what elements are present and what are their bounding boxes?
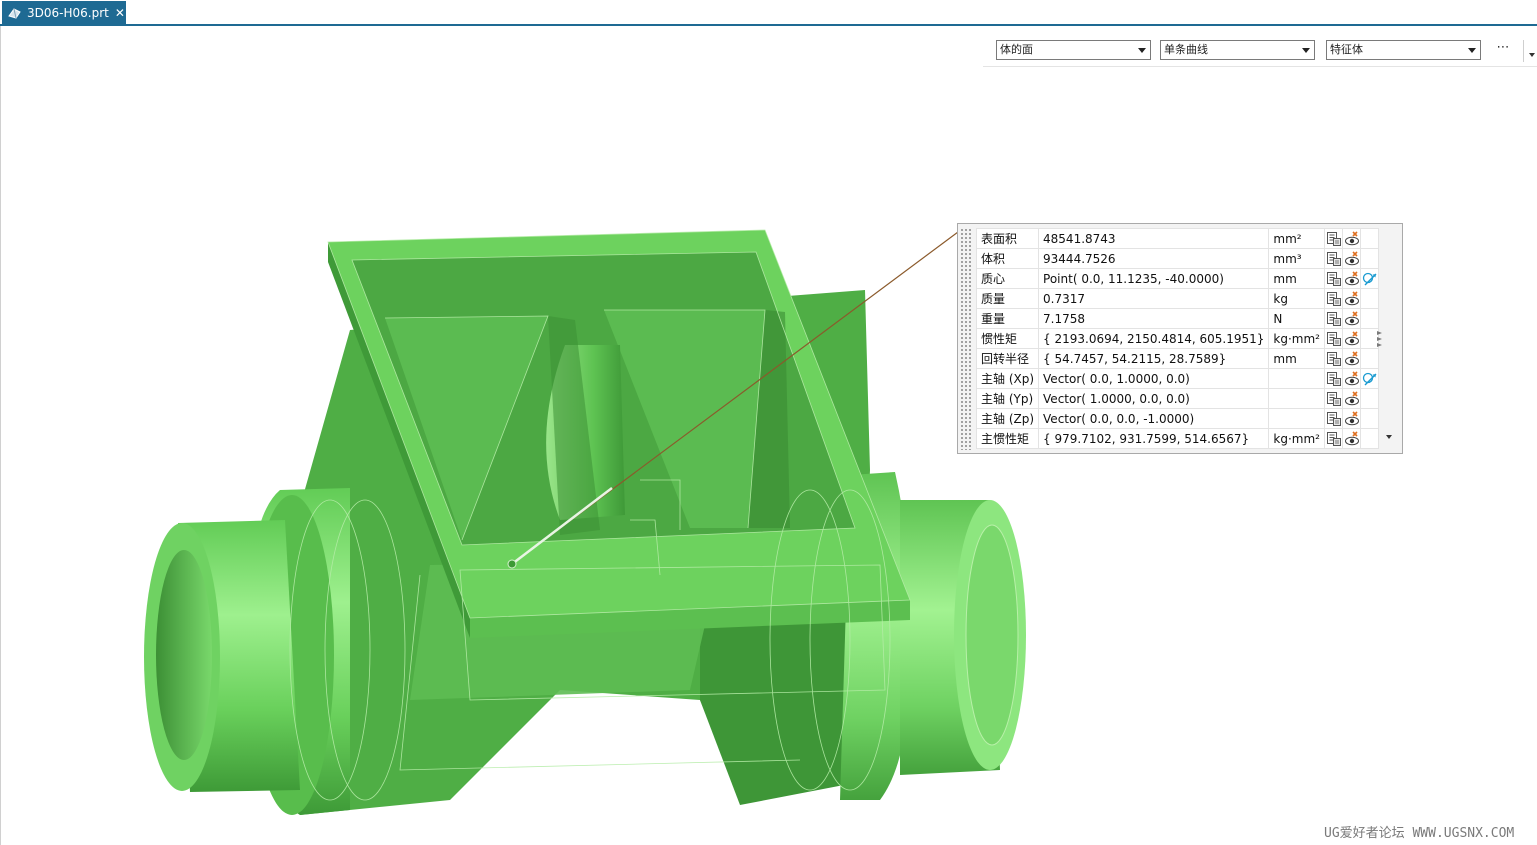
- measure-value: { 54.7457, 54.2115, 28.7589}: [1038, 348, 1270, 369]
- show-hide-icon[interactable]: [1344, 250, 1360, 267]
- copy-result-icon[interactable]: [1326, 311, 1342, 327]
- measure-label: 回转半径: [975, 348, 1040, 369]
- show-hide-icon[interactable]: [1344, 230, 1360, 247]
- measure-row[interactable]: 主惯性矩{ 979.7102, 931.7599, 514.6567} kg·mm…: [975, 428, 1379, 449]
- vector-display-icon[interactable]: [1362, 371, 1378, 387]
- measure-row[interactable]: 体积 93444.7526 mm³: [975, 248, 1379, 269]
- show-hide-icon[interactable]: [1344, 290, 1360, 307]
- show-hide-icon[interactable]: [1344, 410, 1360, 427]
- measure-unit: [1268, 408, 1325, 429]
- measure-row[interactable]: 主轴 (Yp) Vector( 1.0000, 0.0, 0.0): [975, 388, 1379, 409]
- copy-result-icon[interactable]: [1326, 231, 1342, 247]
- model-right-bore: [965, 524, 1019, 746]
- center-of-mass-point: [507, 559, 517, 569]
- copy-result-icon[interactable]: [1326, 291, 1342, 307]
- measure-row[interactable]: 质心 Point( 0.0, 11.1235, -40.0000) mm: [975, 268, 1379, 289]
- show-hide-icon[interactable]: [1344, 370, 1360, 387]
- show-hide-icon[interactable]: [1344, 330, 1360, 347]
- measure-label: 惯性矩: [975, 328, 1040, 349]
- measure-unit: kg·mm²: [1268, 328, 1325, 349]
- copy-result-icon[interactable]: [1326, 411, 1342, 427]
- measure-value: Point( 0.0, 11.1235, -40.0000): [1038, 268, 1270, 289]
- expand-arrows-icon[interactable]: [1375, 328, 1385, 350]
- measure-row[interactable]: 惯性矩{ 2193.0694, 2150.4814, 605.1951} kg·m…: [975, 328, 1379, 349]
- model-left-bore: [156, 550, 212, 760]
- measure-label: 体积: [975, 248, 1040, 269]
- measure-label: 质心: [975, 268, 1040, 289]
- copy-result-icon[interactable]: [1326, 331, 1342, 347]
- measure-row[interactable]: 主轴 (Zp) Vector( 0.0, 0.0, -1.0000): [975, 408, 1379, 429]
- measure-unit: kg·mm²: [1268, 428, 1325, 449]
- measure-row[interactable]: 质量 0.7317 kg: [975, 288, 1379, 309]
- vector-display-icon[interactable]: [1362, 271, 1378, 287]
- measure-unit: mm: [1268, 268, 1325, 289]
- copy-result-icon[interactable]: [1326, 251, 1342, 267]
- measure-value: { 979.7102, 931.7599, 514.6567}: [1038, 428, 1270, 449]
- measure-row[interactable]: 回转半径{ 54.7457, 54.2115, 28.7589} mm: [975, 348, 1379, 369]
- measure-unit: mm²: [1268, 228, 1325, 249]
- measure-label: 质量: [975, 288, 1040, 309]
- measure-row[interactable]: 主轴 (Xp) Vector( 0.0, 1.0000, 0.0): [975, 368, 1379, 389]
- measure-label: 主惯性矩: [975, 428, 1040, 449]
- scroll-down-icon[interactable]: [1386, 435, 1392, 439]
- copy-result-icon[interactable]: [1326, 431, 1342, 447]
- measure-value: 0.7317: [1038, 288, 1270, 309]
- show-hide-icon[interactable]: [1344, 390, 1360, 407]
- measure-value: 93444.7526: [1038, 248, 1270, 269]
- measure-value: 48541.8743: [1038, 228, 1270, 249]
- panel-drag-handle[interactable]: [960, 228, 972, 450]
- copy-result-icon[interactable]: [1326, 351, 1342, 367]
- measure-unit: N: [1268, 308, 1325, 329]
- show-hide-icon[interactable]: [1344, 350, 1360, 367]
- copy-result-icon[interactable]: [1326, 371, 1342, 387]
- show-hide-icon[interactable]: [1344, 430, 1360, 447]
- measure-value: Vector( 0.0, 0.0, -1.0000): [1038, 408, 1270, 429]
- measure-value: Vector( 1.0000, 0.0, 0.0): [1038, 388, 1270, 409]
- measure-label: 主轴 (Xp): [975, 368, 1040, 389]
- measure-row[interactable]: 表面积 48541.8743 mm²: [975, 228, 1379, 249]
- measure-label: 重量: [975, 308, 1040, 329]
- measure-label: 主轴 (Zp): [975, 408, 1040, 429]
- measure-unit: mm: [1268, 348, 1325, 369]
- measure-unit: kg: [1268, 288, 1325, 309]
- mass-properties-table: 表面积 48541.8743 mm² 体积 93444.7526 mm³ 质心 Point( …: [975, 228, 1379, 449]
- measure-unit: [1268, 368, 1325, 389]
- measure-value: 7.1758: [1038, 308, 1270, 329]
- measure-value: { 2193.0694, 2150.4814, 605.1951}: [1038, 328, 1270, 349]
- measure-label: 表面积: [975, 228, 1040, 249]
- mass-properties-panel: 表面积 48541.8743 mm² 体积 93444.7526 mm³ 质心 Point( …: [957, 223, 1403, 454]
- copy-result-icon[interactable]: [1326, 391, 1342, 407]
- measure-unit: mm³: [1268, 248, 1325, 269]
- measure-unit: [1268, 388, 1325, 409]
- measure-value: Vector( 0.0, 1.0000, 0.0): [1038, 368, 1270, 389]
- copy-result-icon[interactable]: [1326, 271, 1342, 287]
- show-hide-icon[interactable]: [1344, 310, 1360, 327]
- measure-row[interactable]: 重量 7.1758 N: [975, 308, 1379, 329]
- show-hide-icon[interactable]: [1344, 270, 1360, 287]
- watermark-text: UG爱好者论坛 WWW.UGSNX.COM: [1324, 826, 1515, 841]
- measure-label: 主轴 (Yp): [975, 388, 1040, 409]
